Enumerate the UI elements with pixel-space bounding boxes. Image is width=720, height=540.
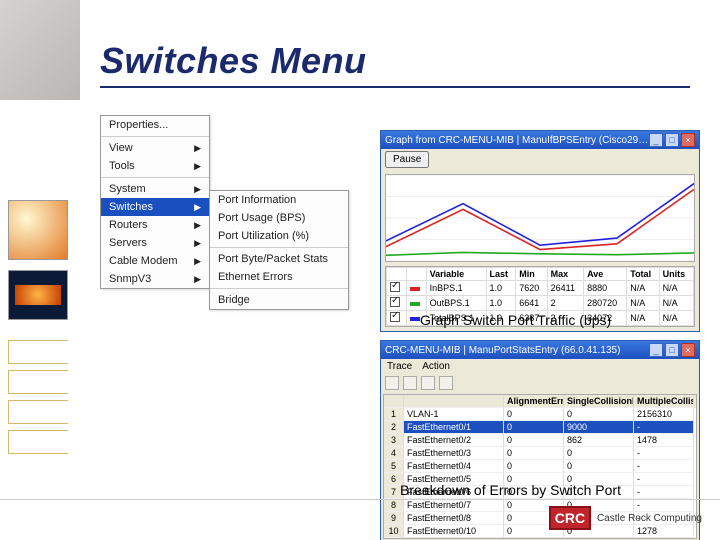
- stats-toolbar[interactable]: [381, 374, 699, 392]
- menu-separator: [210, 288, 348, 289]
- legend-row[interactable]: OutBPS.11.066412280720N/AN/A: [387, 296, 694, 311]
- chevron-right-icon: ▶: [194, 202, 201, 213]
- stats-row[interactable]: 1VLAN-1002156310: [384, 408, 696, 421]
- chevron-right-icon: ▶: [194, 220, 201, 231]
- chevron-right-icon: ▶: [194, 143, 201, 154]
- close-button[interactable]: ×: [681, 343, 695, 357]
- toolbar-icon[interactable]: [421, 376, 435, 390]
- menu-item-switches[interactable]: Switches▶: [101, 198, 209, 216]
- menu-separator: [101, 177, 209, 178]
- stats-menu-action[interactable]: Action: [422, 361, 450, 372]
- context-menu[interactable]: Properties... View▶Tools▶ System▶Switches▶…: [100, 115, 210, 289]
- submenu-item-port-byte-packet-stats[interactable]: Port Byte/Packet Stats: [210, 250, 348, 268]
- context-submenu-switches[interactable]: Port InformationPort Usage (BPS)Port Uti…: [209, 190, 349, 310]
- color-swatch: [410, 287, 420, 291]
- submenu-item-port-usage-bps-[interactable]: Port Usage (BPS): [210, 209, 348, 227]
- legend-header: Ave: [584, 268, 627, 281]
- stats-row[interactable]: 5FastEthernet0/400-: [384, 460, 696, 473]
- maximize-button[interactable]: □: [665, 343, 679, 357]
- legend-header: Min: [516, 268, 547, 281]
- legend-header: Max: [547, 268, 583, 281]
- footer-logo: CRC Castle Rock Computing: [549, 506, 702, 530]
- maximize-button[interactable]: □: [665, 133, 679, 147]
- pause-button[interactable]: Pause: [385, 151, 429, 168]
- menu-item-snmpv3[interactable]: SnmpV3▶: [101, 270, 209, 288]
- footer-logo-name: Castle Rock Computing: [597, 513, 702, 524]
- footer-logo-mark: CRC: [549, 506, 591, 530]
- submenu-item-port-utilization-[interactable]: Port Utilization (%): [210, 227, 348, 245]
- graph-caption: Graph Switch Port Traffic (bps): [420, 312, 611, 328]
- chevron-right-icon: ▶: [194, 274, 201, 285]
- graph-window: Graph from CRC-MENU-MIB | ManuIfBPSEntry…: [380, 130, 700, 332]
- checkbox-icon[interactable]: [390, 297, 400, 307]
- decor-clock-image: [8, 200, 68, 260]
- color-swatch: [410, 302, 420, 306]
- sidebar-decoration: [0, 0, 80, 540]
- decor-lights-image: [8, 270, 68, 320]
- graph-window-title: Graph from CRC-MENU-MIB | ManuIfBPSEntry…: [385, 135, 649, 146]
- stats-menubar[interactable]: Trace Action: [381, 359, 699, 374]
- chevron-right-icon: ▶: [194, 256, 201, 267]
- stats-row[interactable]: 2FastEthernet0/109000-: [384, 421, 696, 434]
- stats-row[interactable]: 3FastEthernet0/208621478: [384, 434, 696, 447]
- legend-row[interactable]: InBPS.11.07620264118880N/AN/A: [387, 281, 694, 296]
- checkbox-icon[interactable]: [390, 282, 400, 292]
- legend-header: [406, 268, 426, 281]
- submenu-item-ethernet-errors[interactable]: Ethernet Errors: [210, 268, 348, 286]
- menu-item-cable-modem[interactable]: Cable Modem▶: [101, 252, 209, 270]
- menu-item-properties-[interactable]: Properties...: [101, 116, 209, 134]
- footer-rule: [0, 499, 720, 500]
- submenu-item-port-information[interactable]: Port Information: [210, 191, 348, 209]
- menu-item-view[interactable]: View▶: [101, 139, 209, 157]
- page-title: Switches Menu: [100, 40, 367, 82]
- stats-window-titlebar[interactable]: CRC-MENU-MIB | ManuPortStatsEntry (66.0.…: [381, 341, 699, 359]
- stats-header-row: AlignmentErrorsSingleCollisionFramesMult…: [384, 395, 696, 408]
- menu-item-tools[interactable]: Tools▶: [101, 157, 209, 175]
- stats-window-title: CRC-MENU-MIB | ManuPortStatsEntry (66.0.…: [385, 345, 620, 356]
- stats-caption: Breakdown of Errors by Switch Port: [400, 482, 621, 498]
- chevron-right-icon: ▶: [194, 161, 201, 172]
- toolbar-icon[interactable]: [385, 376, 399, 390]
- minimize-button[interactable]: _: [649, 343, 663, 357]
- menu-separator: [210, 247, 348, 248]
- color-swatch: [410, 317, 420, 321]
- close-button[interactable]: ×: [681, 133, 695, 147]
- legend-header: Last: [486, 268, 516, 281]
- submenu-item-bridge[interactable]: Bridge: [210, 291, 348, 309]
- toolbar-icon[interactable]: [403, 376, 417, 390]
- menu-item-system[interactable]: System▶: [101, 180, 209, 198]
- menu-item-routers[interactable]: Routers▶: [101, 216, 209, 234]
- title-underline: [100, 86, 690, 88]
- legend-header: [387, 268, 407, 281]
- graph-plot-area: [385, 174, 695, 262]
- legend-header: Units: [659, 268, 693, 281]
- chevron-right-icon: ▶: [194, 184, 201, 195]
- minimize-button[interactable]: _: [649, 133, 663, 147]
- menu-item-servers[interactable]: Servers▶: [101, 234, 209, 252]
- menu-separator: [101, 136, 209, 137]
- decor-logo-block: [0, 0, 80, 100]
- chevron-right-icon: ▶: [194, 238, 201, 249]
- toolbar-icon[interactable]: [439, 376, 453, 390]
- decor-tab-stack: [8, 340, 68, 460]
- legend-header: Total: [627, 268, 659, 281]
- stats-row[interactable]: 4FastEthernet0/300-: [384, 447, 696, 460]
- checkbox-icon[interactable]: [390, 312, 400, 322]
- graph-window-titlebar[interactable]: Graph from CRC-MENU-MIB | ManuIfBPSEntry…: [381, 131, 699, 149]
- stats-menu-trace[interactable]: Trace: [387, 361, 412, 372]
- legend-header: Variable: [426, 268, 486, 281]
